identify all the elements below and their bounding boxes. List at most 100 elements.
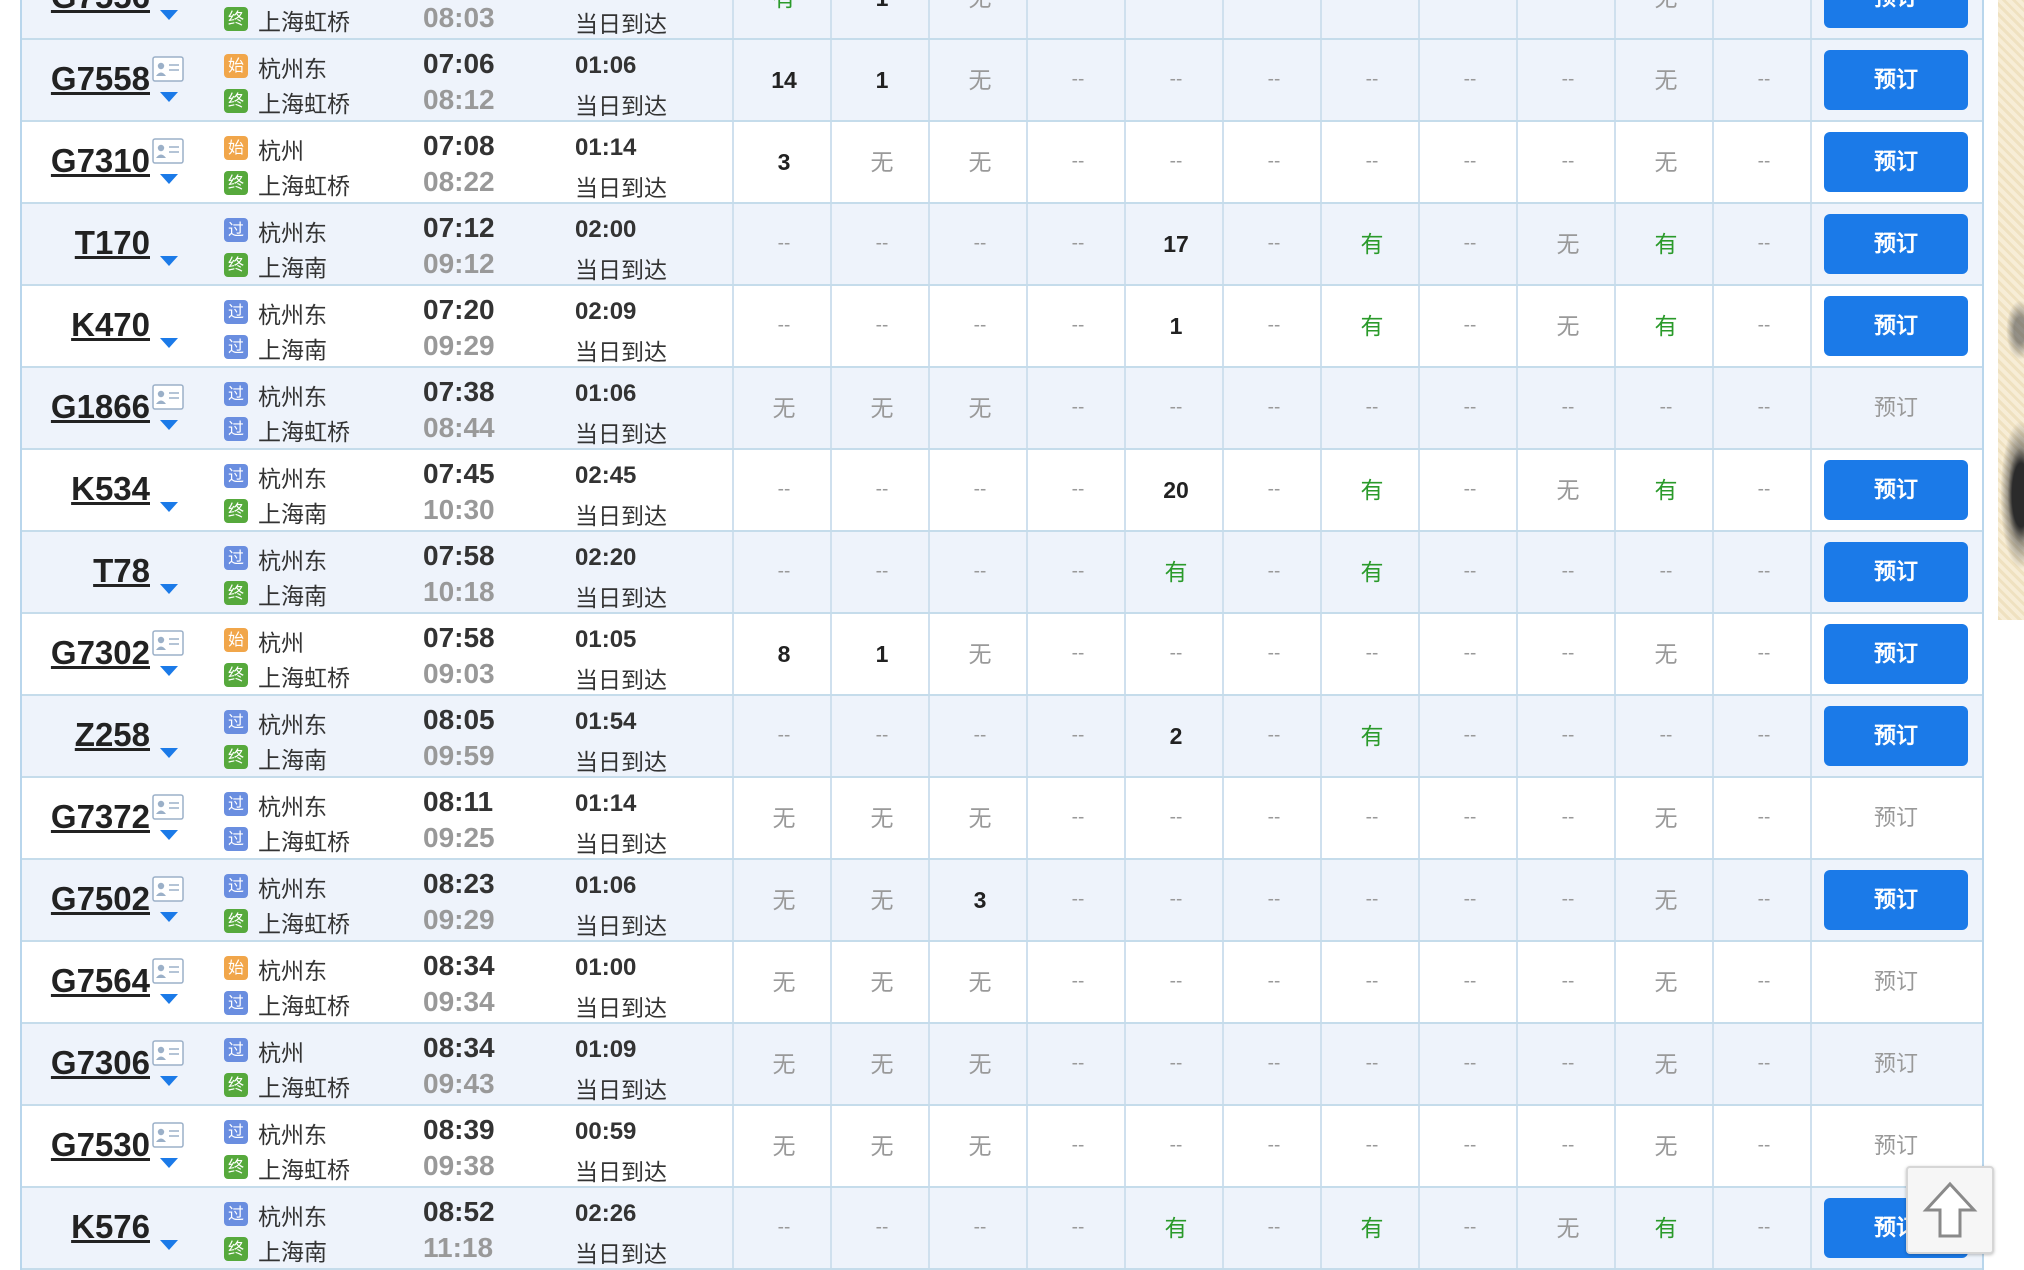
seat-soft: --	[1463, 643, 1477, 664]
book-button[interactable]: 预订	[1824, 870, 1968, 930]
id-card-icon[interactable]	[152, 794, 184, 820]
ink-painting-detail	[2006, 300, 2024, 360]
chevron-down-icon[interactable]	[159, 500, 179, 514]
id-card-icon[interactable]	[152, 1122, 184, 1148]
from-station: 杭州东	[258, 548, 327, 574]
arrival-day: 当日到达	[575, 995, 667, 1021]
station-type-badge: 过	[224, 1120, 248, 1144]
station-type-badge: 过	[224, 874, 248, 898]
chevron-down-icon[interactable]	[159, 828, 179, 842]
train-number-link[interactable]: T78	[22, 552, 150, 590]
from-station: 杭州东	[258, 712, 327, 738]
to-station: 上海虹桥	[258, 91, 350, 117]
seat-other: --	[1757, 69, 1771, 90]
book-button[interactable]: 预订	[1824, 460, 1968, 520]
seat-none: 有	[1654, 1215, 1678, 1241]
book-button[interactable]: 预订	[1824, 132, 1968, 192]
id-card-icon[interactable]	[152, 56, 184, 82]
chevron-down-icon[interactable]	[159, 1074, 179, 1088]
chevron-down-icon[interactable]	[159, 992, 179, 1006]
seat-other: --	[1757, 233, 1771, 254]
train-number-link[interactable]: K576	[22, 1208, 150, 1246]
train-number-link[interactable]: K534	[22, 470, 150, 508]
chevron-down-icon[interactable]	[159, 336, 179, 350]
seat-premium-soft: --	[1071, 643, 1085, 664]
seat-second: --	[973, 561, 987, 582]
train-number-link[interactable]: G7502	[22, 880, 150, 918]
seat-soft: --	[1463, 807, 1477, 828]
id-card-icon[interactable]	[152, 876, 184, 902]
train-number-link[interactable]: G1866	[22, 388, 150, 426]
train-number-link[interactable]: G7306	[22, 1044, 150, 1082]
arrival-day: 当日到达	[575, 1077, 667, 1103]
train-number-link[interactable]: G7302	[22, 634, 150, 672]
from-station: 杭州	[258, 138, 304, 164]
chevron-down-icon[interactable]	[159, 8, 179, 22]
train-number-link[interactable]: G7558	[22, 60, 150, 98]
chevron-down-icon[interactable]	[159, 582, 179, 596]
chevron-down-icon[interactable]	[159, 746, 179, 760]
arrival-time: 11:18	[423, 1232, 494, 1263]
id-card-icon[interactable]	[152, 1040, 184, 1066]
arrival-day: 当日到达	[575, 667, 667, 693]
table-row: K470 过杭州东过上海南 07:20 09:29 02:09 当日到达 -- -- -- -- 1…	[22, 286, 1982, 368]
chevron-down-icon[interactable]	[159, 1156, 179, 1170]
train-number-link[interactable]: G7564	[22, 962, 150, 1000]
seat-premium-soft: --	[1071, 397, 1085, 418]
seat-soft: --	[1463, 725, 1477, 746]
book-button[interactable]: 预订	[1824, 50, 1968, 110]
seat-soft: --	[1463, 397, 1477, 418]
chevron-down-icon[interactable]	[159, 254, 179, 268]
train-list-table: G7556始终上海虹桥08:03当日到达有1无------------无--预订…	[20, 0, 1984, 1270]
seat-soft: --	[1463, 561, 1477, 582]
chevron-down-icon[interactable]	[159, 90, 179, 104]
seat-first: 无	[870, 805, 894, 831]
train-number-link[interactable]: G7530	[22, 1126, 150, 1164]
chevron-down-icon[interactable]	[159, 664, 179, 678]
book-button[interactable]: 预订	[1824, 706, 1968, 766]
departure-time: 07:58	[423, 540, 495, 571]
arrival-day: 当日到达	[575, 93, 667, 119]
train-number-link[interactable]: T170	[22, 224, 150, 262]
arrival-time: 09:29	[423, 904, 495, 935]
seat-soft-sleeper: 1	[1169, 313, 1183, 339]
seat-motor-sleeper: --	[1267, 971, 1281, 992]
seat-soft: --	[1463, 1217, 1477, 1238]
id-card-icon[interactable]	[152, 384, 184, 410]
column-divider	[732, 1024, 734, 1104]
book-button[interactable]: 预订	[1824, 624, 1968, 684]
scroll-to-top-button[interactable]	[1906, 1166, 1994, 1254]
chevron-down-icon[interactable]	[159, 1238, 179, 1252]
id-card-icon[interactable]	[152, 958, 184, 984]
departure-time: 08:34	[423, 1032, 495, 1063]
column-divider	[732, 696, 734, 776]
duration: 00:59	[575, 1118, 637, 1145]
seat-premium-soft: --	[1071, 315, 1085, 336]
train-number-link[interactable]: G7310	[22, 142, 150, 180]
train-number-link[interactable]: K470	[22, 306, 150, 344]
book-button[interactable]: 预订	[1824, 0, 1968, 28]
chevron-down-icon[interactable]	[159, 172, 179, 186]
train-number-link[interactable]: G7372	[22, 798, 150, 836]
id-card-icon[interactable]	[152, 138, 184, 164]
chevron-down-icon[interactable]	[159, 418, 179, 432]
seat-business: --	[777, 561, 791, 582]
seat-none: 无	[1654, 969, 1678, 995]
chevron-down-icon[interactable]	[159, 910, 179, 924]
to-station: 上海虹桥	[258, 9, 350, 35]
book-button[interactable]: 预订	[1824, 214, 1968, 274]
station-type-badge: 终	[224, 253, 248, 277]
arrival-day: 当日到达	[575, 503, 667, 529]
train-number-link[interactable]: G7556	[22, 0, 150, 16]
departure-time: 07:08	[423, 130, 495, 161]
train-number-link[interactable]: Z258	[22, 716, 150, 754]
book-button[interactable]: 预订	[1824, 296, 1968, 356]
seat-soft: --	[1463, 151, 1477, 172]
id-card-icon[interactable]	[152, 630, 184, 656]
seat-soft-sleeper: --	[1128, 0, 1224, 38]
station-type-badge: 终	[224, 1155, 248, 1179]
seat-soft-sleeper: 有	[1164, 559, 1188, 585]
duration: 02:45	[575, 462, 637, 489]
seat-hard: --	[1561, 561, 1575, 582]
book-button[interactable]: 预订	[1824, 542, 1968, 602]
